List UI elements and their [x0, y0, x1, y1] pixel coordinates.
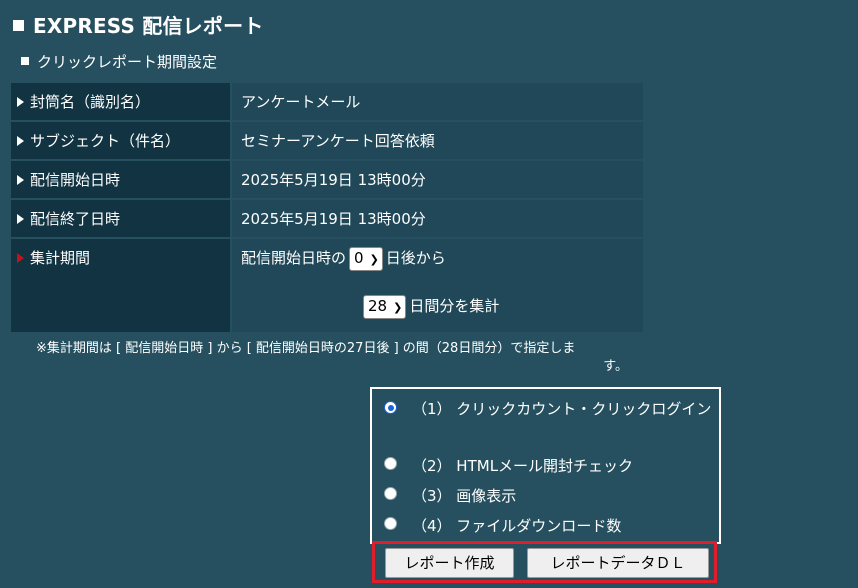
radio-button-selected[interactable]: [384, 401, 397, 414]
triangle-bullet-icon: [17, 136, 24, 146]
download-report-data-button[interactable]: レポートデータＤＬ: [527, 548, 709, 578]
triangle-bullet-icon: [17, 253, 24, 263]
days-count-value: 28: [368, 297, 388, 315]
period-offset-row: 配信開始日時の 0 ❯ 日後から: [241, 247, 446, 271]
offset-days-value: 0: [354, 249, 364, 267]
row-value: アンケートメール: [241, 93, 361, 111]
period-note-line1: ※集計期間は [ 配信開始日時 ] から [ 配信開始日時の27日後 ] の間（…: [36, 341, 576, 356]
table-row: 配信終了日時 2025年5月19日 13時00分: [9, 198, 645, 239]
row-label: 配信開始日時: [30, 171, 121, 189]
row-label: サブジェクト（件名）: [30, 132, 181, 150]
row-label-cell: 配信終了日時: [9, 198, 232, 239]
square-bullet-icon: [21, 57, 29, 65]
row-value-cell: アンケートメール: [230, 81, 645, 122]
radio-button[interactable]: [384, 487, 397, 500]
row-value-cell: 2025年5月19日 13時00分: [230, 159, 645, 200]
row-label: 配信終了日時: [30, 210, 121, 228]
period-prefix: 配信開始日時の: [241, 249, 347, 267]
period-days-row: 28 ❯ 日間分を集計: [360, 295, 499, 319]
period-offset-suffix: 日後から: [385, 249, 446, 267]
row-value-cell: セミナーアンケート回答依頼: [230, 120, 645, 161]
action-buttons-highlight: レポート作成 レポートデータＤＬ: [372, 541, 717, 583]
row-label: 封筒名（識別名）: [30, 93, 151, 111]
radio-button[interactable]: [384, 517, 397, 530]
row-value: セミナーアンケート回答依頼: [241, 132, 435, 150]
period-note-line2: す。: [603, 359, 628, 374]
info-table: 封筒名（識別名） アンケートメール サブジェクト（件名） セミナーアンケート回答…: [9, 81, 645, 334]
period-note: ※集計期間は [ 配信開始日時 ] から [ 配信開始日時の27日後 ] の間（…: [36, 340, 646, 376]
option-label: （4） ファイルダウンロード数: [412, 517, 622, 535]
triangle-bullet-icon: [17, 214, 24, 224]
option-label: （2） HTMLメール開封チェック: [412, 457, 634, 475]
create-report-button[interactable]: レポート作成: [385, 548, 514, 578]
table-row: 集計期間 配信開始日時の 0 ❯ 日後から 28 ❯ 日間分を集計: [9, 237, 645, 334]
option-label: （1） クリックカウント・クリックログイン: [412, 400, 712, 418]
row-value: 2025年5月19日 13時00分: [241, 210, 426, 228]
table-row: サブジェクト（件名） セミナーアンケート回答依頼: [9, 120, 645, 161]
section-title: クリックレポート期間設定: [21, 51, 217, 72]
page-title: EXPRESS 配信レポート: [13, 10, 263, 39]
table-row: 配信開始日時 2025年5月19日 13時00分: [9, 159, 645, 200]
page-title-text: EXPRESS 配信レポート: [33, 14, 264, 38]
chevron-down-icon: ❯: [393, 301, 403, 314]
period-label: 集計期間: [30, 249, 91, 267]
period-days-suffix: 日間分を集計: [409, 297, 500, 315]
days-count-select[interactable]: 28 ❯: [363, 295, 407, 319]
report-type-options: （1） クリックカウント・クリックログイン （2） HTMLメール開封チェック …: [370, 387, 721, 544]
offset-days-select[interactable]: 0 ❯: [349, 247, 383, 271]
row-value: 2025年5月19日 13時00分: [241, 171, 426, 189]
row-label-cell: 配信開始日時: [9, 159, 232, 200]
option-label: （3） 画像表示: [412, 487, 517, 505]
square-bullet-icon: [13, 20, 24, 31]
row-label-cell: サブジェクト（件名）: [9, 120, 232, 161]
section-title-text: クリックレポート期間設定: [37, 53, 218, 71]
period-label-cell: 集計期間: [9, 237, 232, 334]
triangle-bullet-icon: [17, 175, 24, 185]
chevron-down-icon: ❯: [369, 253, 379, 266]
row-value-cell: 2025年5月19日 13時00分: [230, 198, 645, 239]
table-row: 封筒名（識別名） アンケートメール: [9, 81, 645, 122]
triangle-bullet-icon: [17, 97, 24, 107]
period-value-cell: 配信開始日時の 0 ❯ 日後から 28 ❯ 日間分を集計: [230, 237, 645, 334]
row-label-cell: 封筒名（識別名）: [9, 81, 232, 122]
radio-button[interactable]: [384, 457, 397, 470]
